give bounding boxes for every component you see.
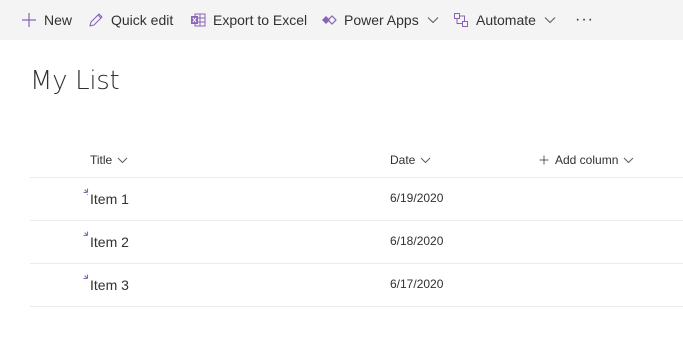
column-header-date[interactable]: Date <box>390 150 431 170</box>
chevron-down-icon <box>544 16 556 24</box>
plus-icon <box>539 155 549 165</box>
page-title: My List <box>30 66 120 96</box>
chevron-down-icon <box>117 157 128 164</box>
export-to-excel-button[interactable]: Export to Excel <box>190 0 307 40</box>
item-title[interactable]: Item 1 <box>90 191 129 207</box>
column-header-title-label: Title <box>90 153 113 167</box>
automate-icon <box>453 12 469 28</box>
list-row[interactable]: Item 1 6/19/2020 <box>30 178 683 220</box>
chevron-down-icon <box>420 157 431 164</box>
automate-label: Automate <box>476 12 536 28</box>
power-apps-label: Power Apps <box>344 12 419 28</box>
more-options-button[interactable]: ··· <box>575 0 594 40</box>
power-apps-menu[interactable]: Power Apps <box>321 0 439 40</box>
chevron-down-icon <box>427 16 439 24</box>
item-date: 6/17/2020 <box>390 277 444 291</box>
plus-icon <box>21 12 37 28</box>
power-apps-icon <box>321 12 337 28</box>
item-title[interactable]: Item 3 <box>90 277 129 293</box>
pencil-icon <box>88 12 104 28</box>
quick-edit-label: Quick edit <box>111 12 174 28</box>
chevron-down-icon <box>623 157 634 164</box>
divider <box>30 306 683 307</box>
export-to-excel-label: Export to Excel <box>213 12 308 28</box>
column-header-date-label: Date <box>390 153 416 167</box>
more-options-icon: ··· <box>575 11 594 28</box>
item-title[interactable]: Item 2 <box>90 234 129 250</box>
add-column-button[interactable]: Add column <box>539 150 634 170</box>
new-button-label: New <box>44 12 73 28</box>
quick-edit-button[interactable]: Quick edit <box>88 0 173 40</box>
excel-icon <box>190 12 206 28</box>
item-date: 6/18/2020 <box>390 234 444 248</box>
add-column-label: Add column <box>555 153 619 167</box>
automate-menu[interactable]: Automate <box>453 0 556 40</box>
column-header-title[interactable]: Title <box>90 150 128 170</box>
list-row[interactable]: Item 3 6/17/2020 <box>30 264 683 306</box>
command-bar: New Quick edit Export to Excel Power App… <box>0 0 683 40</box>
new-button[interactable]: New <box>21 0 72 40</box>
item-date: 6/19/2020 <box>390 191 444 205</box>
list-row[interactable]: Item 2 6/18/2020 <box>30 221 683 263</box>
